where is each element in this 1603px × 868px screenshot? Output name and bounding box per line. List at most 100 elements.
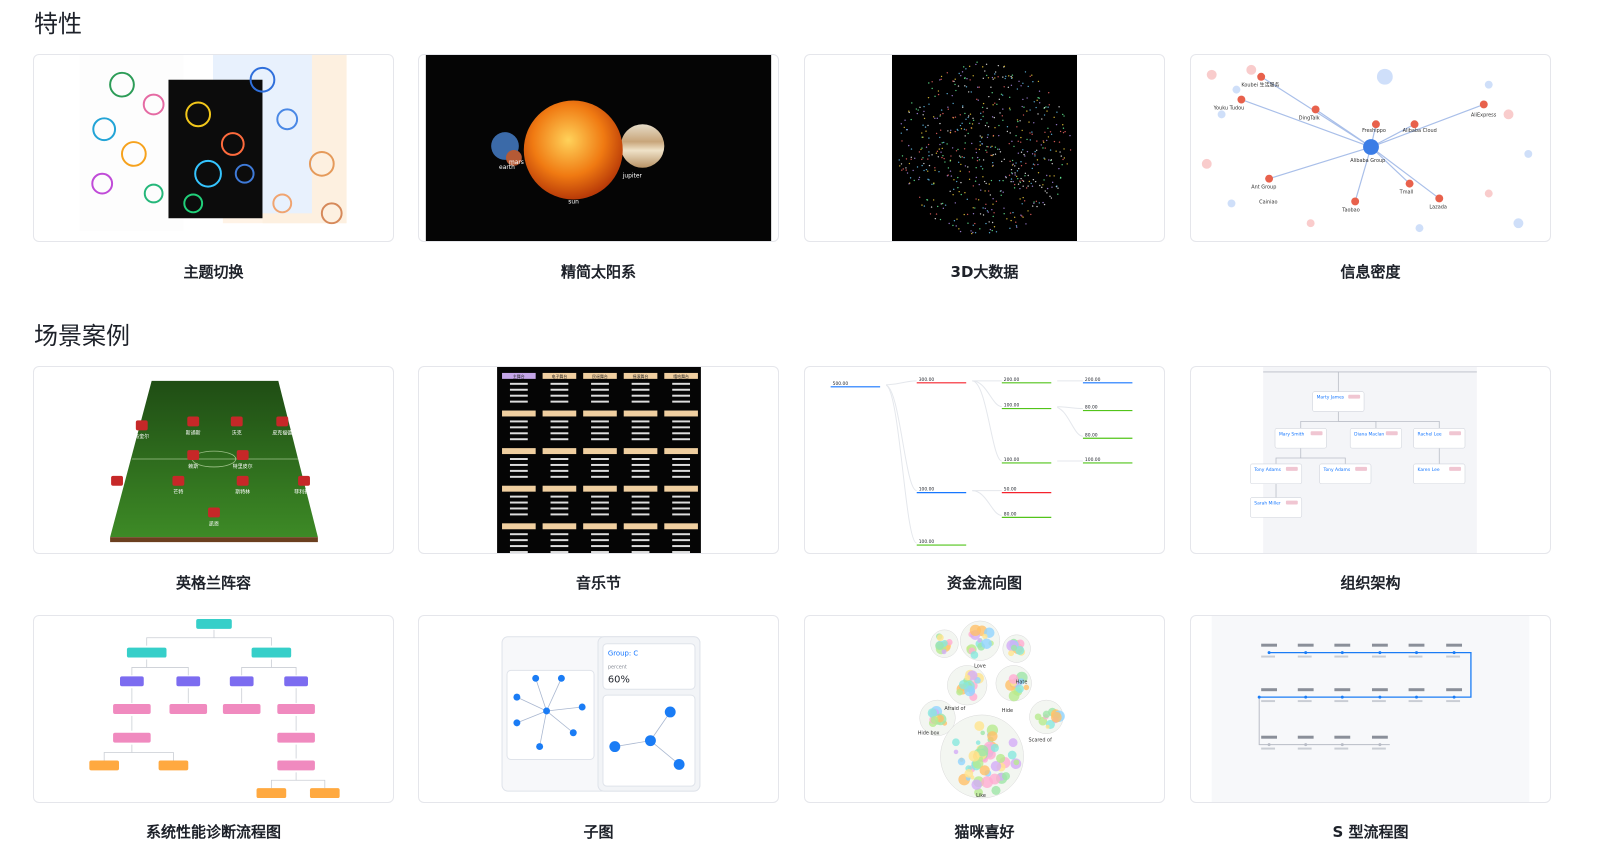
player-shirt [172, 475, 185, 486]
node-label-alibaba: Alibaba Group [1350, 158, 1385, 164]
flow-amount: 100.00 [1004, 457, 1020, 463]
stage-title: 嘻哈舞台 [673, 374, 689, 379]
england-lineup-card[interactable]: 凯恩 萨卡 芒特 斯特林 菲利普斯 赖斯 特里皮尔 马奎尔 斯通斯 沃克 皮克福德 [33, 366, 394, 554]
flow-amount: 100.00 [1004, 403, 1020, 409]
player-name: 赖斯 [188, 463, 198, 470]
org-chart-label[interactable]: 组织架构 [1190, 572, 1551, 593]
music-festival-thumbnail: 主舞台 电子舞台 民谣舞台 摇滚舞台 嘻哈舞台 [497, 367, 701, 553]
cases-section-title: 场景案例 [34, 322, 130, 350]
flow-amount: 300.00 [919, 377, 935, 383]
player-name: 菲利普斯 [294, 489, 314, 496]
player-name: 沃克 [232, 429, 242, 436]
node-label-ant: Ant Group [1251, 185, 1276, 191]
subgraph-thumbnail: Group: C percent 60% [501, 636, 701, 792]
fund-flow-label[interactable]: 资金流向图 [804, 572, 1165, 593]
org-chart-thumbnail: Marty James Mary Smith Diana Maclan Rachel … [1249, 367, 1477, 553]
music-festival-card[interactable]: 主舞台 电子舞台 民谣舞台 摇滚舞台 嘻哈舞台 [418, 366, 779, 554]
cat-preferences-card[interactable]: Love Hate Like Scared of Afraid of Hide … [804, 615, 1165, 803]
player-name: 斯特林 [235, 489, 250, 496]
node-label-koubei: Koubei 生活服务 [1241, 82, 1279, 89]
cat-preferences-thumbnail: Love Hate Like Scared of Afraid of Hide … [918, 620, 1065, 799]
percent-caption: percent [608, 664, 627, 670]
player-shirt [208, 507, 220, 518]
flow-amount: 80.00 [1085, 405, 1098, 411]
cluster-like: Like [976, 793, 986, 799]
player-name: 芒特 [173, 489, 183, 496]
big-data-3d-label[interactable]: 3D大数据 [804, 261, 1165, 282]
org-person-name: Mary Smith [1279, 431, 1305, 437]
player-shirt [236, 475, 249, 486]
perf-diagnosis-card[interactable] [33, 615, 394, 803]
flow-amount: 80.00 [1085, 432, 1098, 438]
info-density-label[interactable]: 信息密度 [1190, 261, 1551, 282]
player-shirt [236, 450, 249, 460]
player-shirt [276, 416, 289, 427]
org-person-name: Tony Adams [1323, 467, 1351, 473]
cluster-hide-box: Hide box [918, 731, 940, 737]
stage-title: 主舞台 [513, 374, 525, 379]
s-flowchart-label[interactable]: S 型流程图 [1190, 821, 1551, 842]
node-label-youku: Youku Tudou [1213, 105, 1245, 111]
cluster-afraid: Afraid of [944, 706, 965, 712]
player-name: 马奎尔 [134, 433, 149, 440]
player-shirt [298, 475, 310, 486]
solar-system-thumbnail: mars earth sun jupiter [425, 55, 772, 241]
cluster-hate: Hate [1016, 679, 1028, 685]
org-person-name: Tony Adams [1253, 467, 1281, 473]
theme-switch-label[interactable]: 主题切换 [33, 261, 394, 282]
solar-system-label[interactable]: 精简太阳系 [418, 261, 779, 282]
flow-amount: 200.00 [1004, 377, 1020, 383]
org-person-name: Marty James [1317, 395, 1345, 401]
alibaba-group-node[interactable] [1363, 139, 1379, 155]
player-shirt [187, 450, 200, 460]
org-person-name: Karen Lee [1417, 467, 1439, 473]
player-name: 斯通斯 [186, 429, 201, 436]
node-label-cainiao: Cainiao [1259, 199, 1277, 205]
fund-flow-card[interactable]: 500.00 300.00 100.00 100.00 200.00 100.00 100.… [804, 366, 1165, 554]
node-label-aliexpress: AliExpress [1471, 112, 1497, 118]
node-label-tmall: Tmall [1399, 190, 1414, 196]
stage-title: 民谣舞台 [592, 374, 608, 379]
cat-preferences-label[interactable]: 猫咪喜好 [804, 821, 1165, 842]
org-person-name: Diana Maclan [1354, 431, 1384, 437]
england-lineup-label[interactable]: 英格兰阵容 [33, 572, 394, 593]
earth-label: earth [499, 164, 515, 171]
sun-label: sun [568, 198, 579, 205]
s-flowchart-card[interactable] [1190, 615, 1551, 803]
england-lineup-thumbnail: 凯恩 萨卡 芒特 斯特林 菲利普斯 赖斯 特里皮尔 马奎尔 斯通斯 沃克 皮克福德 [110, 380, 318, 543]
percent-value: 60% [608, 674, 630, 685]
cluster-scared: Scared of [1029, 738, 1053, 744]
s-flowchart-thumbnail [1211, 616, 1530, 802]
player-name: 萨卡 [112, 489, 122, 496]
player-shirt [111, 475, 123, 486]
theme-switch-thumbnail [79, 55, 347, 232]
music-festival-label[interactable]: 音乐节 [418, 572, 779, 593]
node-label-cloud: Alibaba Cloud [1403, 128, 1437, 134]
cluster-love: Love [974, 663, 986, 669]
player-name: 凯恩 [209, 520, 219, 527]
solar-system-card[interactable]: mars earth sun jupiter [418, 54, 779, 242]
player-shirt [135, 420, 148, 431]
player-shirt [230, 416, 243, 427]
flow-amount: 500.00 [833, 381, 849, 387]
flow-amount: 50.00 [1004, 487, 1017, 493]
big-data-3d-card[interactable] [804, 54, 1165, 242]
flow-amount: 100.00 [919, 539, 935, 545]
node-label-dingtalk: DingTalk [1299, 115, 1320, 121]
player-name: 皮克福德 [272, 429, 292, 436]
flow-amount: 80.00 [1004, 511, 1017, 517]
features-section-title: 特性 [34, 10, 82, 38]
theme-switch-card[interactable] [33, 54, 394, 242]
subgraph-card[interactable]: Group: C percent 60% [418, 615, 779, 803]
org-person-name: Rachel Lee [1417, 431, 1441, 437]
info-density-card[interactable]: Alibaba Group Koubei 生活服务 Youku Tudou Di… [1190, 54, 1551, 242]
stage-title: 电子舞台 [552, 374, 568, 379]
player-shirt [187, 416, 200, 427]
perf-diagnosis-label[interactable]: 系统性能诊断流程图 [33, 821, 394, 842]
node-label-lazada: Lazada [1429, 204, 1447, 210]
fund-flow-thumbnail: 500.00 300.00 100.00 100.00 200.00 100.00 100.… [830, 372, 1139, 546]
node-label-freshippo: Freshippo [1362, 128, 1386, 134]
org-chart-card[interactable]: Marty James Mary Smith Diana Maclan Rachel … [1190, 366, 1551, 554]
subgraph-label[interactable]: 子图 [418, 821, 779, 842]
flow-amount: 100.00 [1085, 457, 1101, 463]
